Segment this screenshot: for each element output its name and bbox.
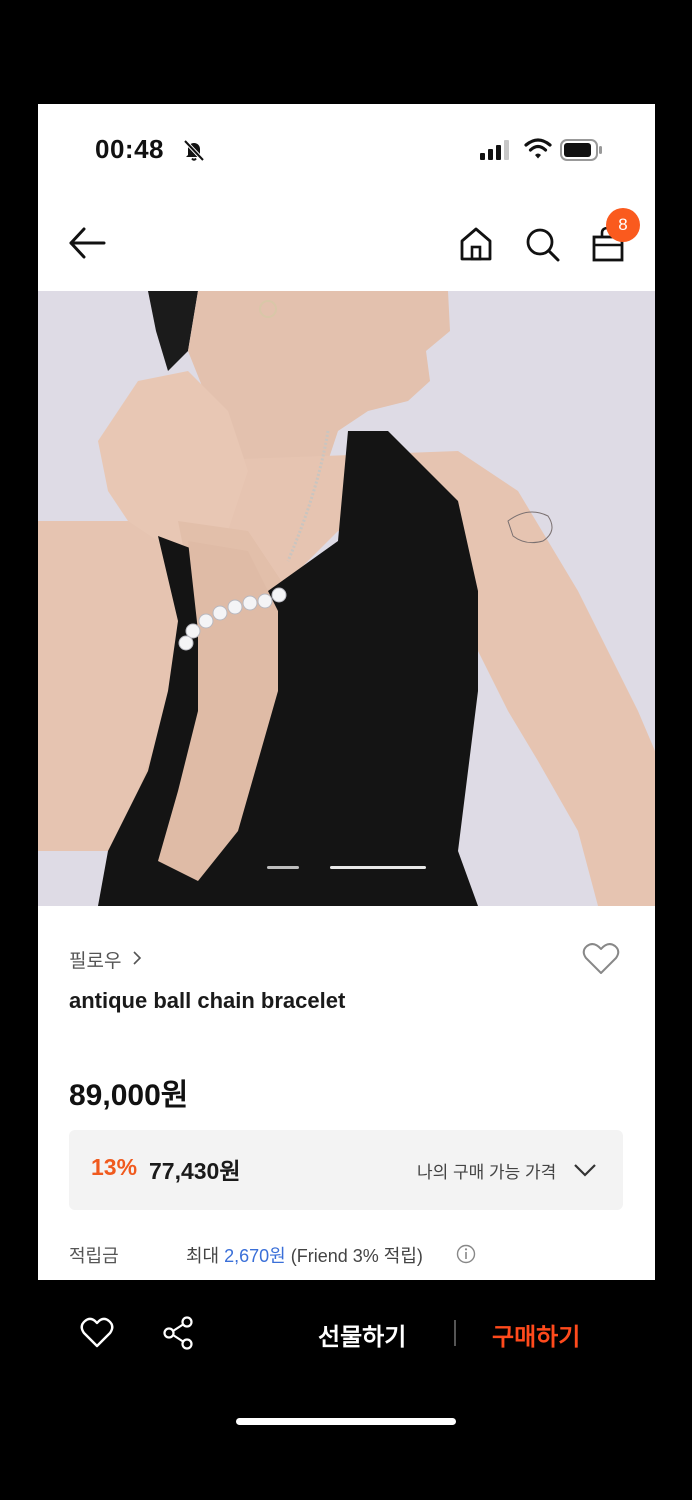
- product-title: antique ball chain bracelet: [69, 988, 346, 1013]
- product-price: 89,000원: [69, 1079, 189, 1112]
- home-indicator[interactable]: [236, 1418, 456, 1425]
- info-icon[interactable]: [456, 1244, 476, 1264]
- points-info: 최대 2,670원 (Friend 3% 적립): [186, 1242, 423, 1268]
- button-divider: [454, 1320, 456, 1346]
- carousel-indicator-2: [330, 866, 426, 869]
- share-icon[interactable]: [162, 1316, 194, 1350]
- product-image[interactable]: [38, 291, 655, 906]
- cart-count-badge: 8: [606, 208, 640, 242]
- discount-rate: 13%: [91, 1154, 138, 1180]
- heart-icon[interactable]: [582, 942, 620, 976]
- heart-icon[interactable]: [80, 1317, 114, 1349]
- carousel-indicator-1: [267, 866, 299, 869]
- product-photo: [38, 291, 655, 906]
- points-label: 적립금: [69, 1246, 119, 1266]
- chevron-right-icon: [133, 951, 142, 965]
- back-arrow-icon[interactable]: [68, 226, 106, 260]
- status-time: 00:48: [95, 134, 164, 164]
- my-price-box[interactable]: 13% 77,430원 나의 구매 가능 가격: [69, 1130, 623, 1210]
- points-amount: 2,670원: [224, 1246, 286, 1266]
- signal-icon: [480, 140, 509, 160]
- points-suffix: (Friend 3% 적립): [285, 1246, 423, 1266]
- discount-price: 77,430원: [149, 1158, 241, 1184]
- wifi-icon: [524, 138, 552, 159]
- brand-link[interactable]: 필로우: [69, 946, 121, 973]
- phone-screen: 00:48 8 필로우 antique ball chain bracelet …: [38, 104, 655, 1280]
- bell-slash-icon: [183, 139, 205, 162]
- chevron-down-icon: [574, 1164, 596, 1177]
- buy-button[interactable]: 구매하기: [492, 1317, 580, 1352]
- gift-button[interactable]: 선물하기: [318, 1317, 406, 1352]
- search-icon[interactable]: [524, 226, 560, 262]
- home-icon[interactable]: [458, 226, 494, 262]
- battery-icon: [560, 139, 602, 161]
- points-prefix: 최대: [186, 1246, 225, 1266]
- my-price-label: 나의 구매 가능 가격: [417, 1163, 557, 1182]
